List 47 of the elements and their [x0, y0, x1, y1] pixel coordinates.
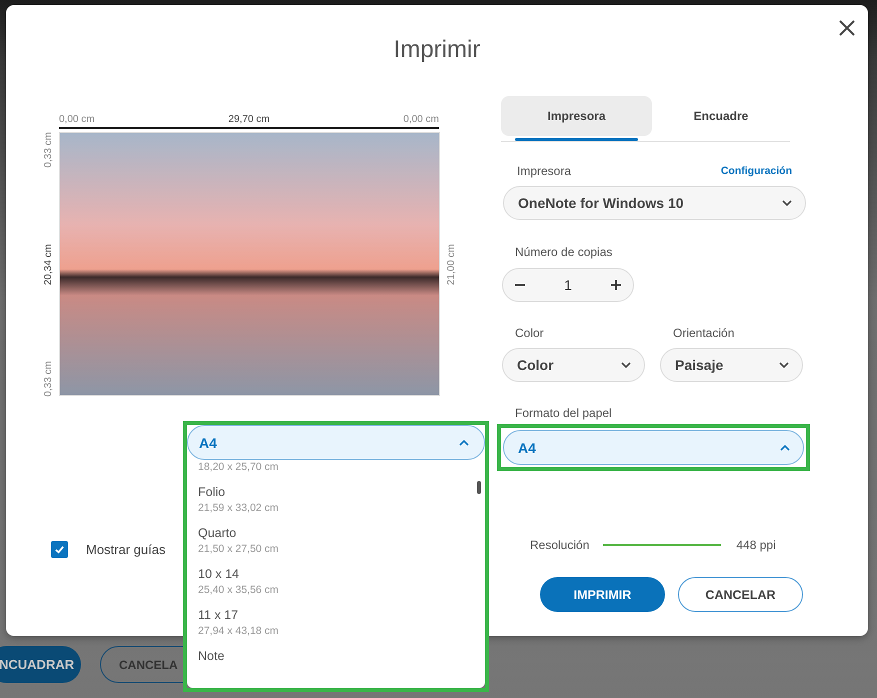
option-size: 27,94 x 43,18 cm: [198, 624, 280, 639]
dialog-title: Imprimir: [394, 35, 480, 65]
ruler-label: 0,00 cm: [59, 114, 95, 126]
option-size: 21,59 x 33,02 cm: [198, 501, 280, 516]
field-label: Color: [514, 326, 545, 340]
chevron-up-icon: [459, 440, 469, 446]
ruler-label: 0,00 cm: [403, 114, 439, 126]
option-size: 25,40 x 35,56 cm: [198, 583, 280, 598]
field-label: Número de copias: [514, 245, 614, 259]
option-size: 21,50 x 27,50 cm: [198, 542, 280, 557]
resolution-value: 448 ppi: [736, 538, 776, 552]
ruler-label: 29,70 cm: [228, 114, 270, 126]
field-label: Orientación: [672, 326, 736, 340]
checkbox-label: Mostrar guías: [86, 542, 166, 557]
chevron-down-icon: [779, 362, 789, 368]
tab[interactable]: Encuadre: [652, 96, 790, 136]
ruler-label: 21,00 cm: [446, 244, 458, 286]
scrollbar-thumb[interactable]: [477, 481, 481, 494]
checkbox[interactable]: [51, 541, 68, 558]
option-name[interactable]: Folio: [198, 484, 485, 501]
color-select[interactable]: Color: [502, 348, 645, 382]
ruler-label: 0,33 cm: [43, 361, 55, 397]
chevron-down-icon: [782, 200, 792, 206]
field-label: Formato del papel: [514, 406, 613, 420]
printer-select[interactable]: OneNote for Windows 10: [503, 186, 806, 220]
background-button[interactable]: NCUADRAR: [0, 646, 81, 683]
tab[interactable]: Impresora: [501, 96, 652, 136]
close-icon[interactable]: [839, 20, 855, 36]
option-size: 18,20 x 25,70 cm: [198, 460, 280, 475]
copies-value: 1: [564, 277, 572, 293]
field-label: Impresora: [517, 164, 572, 178]
ruler-label: 0,33 cm: [43, 132, 55, 168]
dialog-button[interactable]: CANCELAR: [678, 577, 803, 612]
settings-link[interactable]: Configuración: [720, 165, 792, 177]
paper-select[interactable]: A4: [503, 430, 804, 465]
resolution-label: Resolución: [530, 538, 590, 552]
orientation-select[interactable]: Paisaje: [660, 348, 803, 382]
option-name[interactable]: Quarto: [198, 525, 485, 542]
chevron-down-icon: [621, 362, 631, 368]
paper-select[interactable]: A4: [187, 425, 485, 460]
ruler-label: 20,34 cm: [43, 244, 55, 286]
option-name[interactable]: 10 x 14: [198, 566, 485, 583]
plus-icon[interactable]: [610, 280, 621, 290]
check-icon: [54, 544, 65, 555]
chevron-up-icon: [780, 444, 790, 450]
dialog-button[interactable]: IMPRIMIR: [540, 577, 665, 612]
option-name[interactable]: 11 x 17: [198, 607, 485, 624]
